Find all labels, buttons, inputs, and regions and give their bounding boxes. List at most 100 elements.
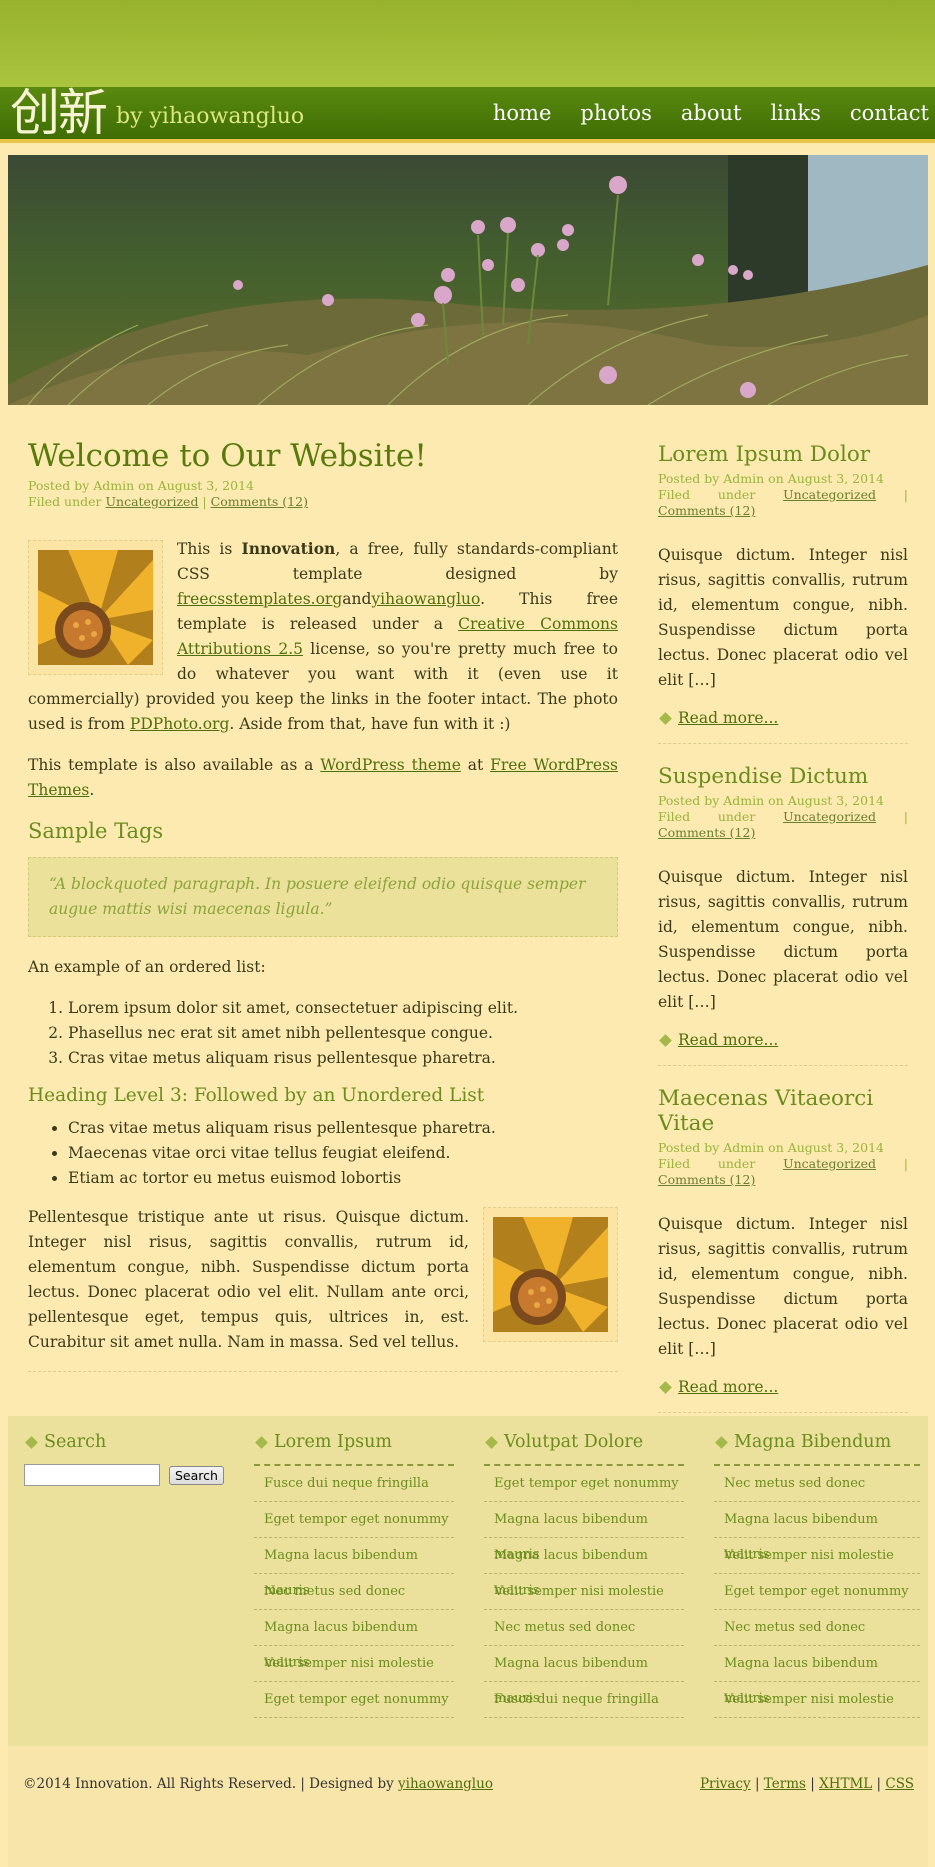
footer-link[interactable]: Magna lacus bibendum mauris bbox=[714, 1502, 920, 1562]
nav-links[interactable]: links bbox=[770, 101, 820, 125]
category-link[interactable]: Uncategorized bbox=[783, 487, 876, 502]
diamond-bullet-icon bbox=[659, 711, 672, 725]
post-meta-posted: Posted by Admin on August 3, 2014 bbox=[28, 478, 254, 493]
footer-link[interactable]: Eget tempor eget nonummy bbox=[714, 1574, 920, 1610]
footer-column-volutpat-dolore: Volutpat Dolore Eget tempor eget nonummy… bbox=[484, 1430, 684, 1718]
diamond-bullet-icon bbox=[485, 1435, 498, 1449]
diamond-bullet-icon bbox=[715, 1435, 728, 1449]
footer-link[interactable]: Velit semper nisi molestie bbox=[714, 1682, 920, 1718]
terms-link[interactable]: Terms bbox=[764, 1776, 806, 1792]
main-nav: home photos about links contact bbox=[464, 87, 929, 139]
css-link[interactable]: CSS bbox=[885, 1776, 914, 1792]
heading-level-3: Heading Level 3: Followed by an Unordere… bbox=[28, 1085, 485, 1106]
sidebar-post-body: Quisque dictum. Integer nisl risus, sagi… bbox=[658, 1215, 908, 1358]
footer-link[interactable]: Velit semper nisi molestie bbox=[484, 1574, 684, 1610]
sidebar-post-body: Quisque dictum. Integer nisl risus, sagi… bbox=[658, 546, 908, 689]
comments-link[interactable]: Comments (12) bbox=[658, 503, 755, 518]
comments-link[interactable]: Comments (12) bbox=[658, 825, 755, 840]
comments-link[interactable]: Comments (12) bbox=[211, 494, 308, 509]
diamond-bullet-icon bbox=[25, 1435, 38, 1449]
search-title: Search bbox=[44, 1432, 107, 1452]
sidebar-post-meta: Posted by Admin on August 3, 2014 Filed … bbox=[658, 471, 909, 518]
read-more-link[interactable]: Read more... bbox=[678, 709, 778, 727]
footer-column-title: Volutpat Dolore bbox=[504, 1432, 644, 1452]
post-thumbnail-right bbox=[483, 1207, 618, 1342]
unordered-list-item: Etiam ac tortor eu metus euismod loborti… bbox=[68, 1166, 618, 1191]
sidebar-post-title[interactable]: Suspendise Dictum bbox=[658, 764, 908, 789]
footer-column-title: Magna Bibendum bbox=[734, 1432, 892, 1452]
copyright: ©2014 Innovation. All Rights Reserved. |… bbox=[23, 1776, 493, 1792]
sidebar-post-meta: Posted by Admin on August 3, 2014 Filed … bbox=[658, 1140, 909, 1187]
footer-link[interactable]: Magna lacus bibendum mauris bbox=[714, 1646, 920, 1706]
footer-link[interactable]: Velit semper nisi molestie bbox=[714, 1538, 920, 1574]
ordered-list-intro: An example of an ordered list: bbox=[28, 958, 266, 976]
privacy-link[interactable]: Privacy bbox=[700, 1776, 751, 1792]
search-widget: Search Search bbox=[24, 1430, 224, 1486]
footer-link[interactable]: Velit semper nisi molestie bbox=[254, 1646, 454, 1682]
ordered-list-item: Cras vitae metus aliquam risus pellentes… bbox=[68, 1046, 618, 1071]
search-button[interactable]: Search bbox=[169, 1465, 224, 1485]
top-band bbox=[0, 0, 935, 88]
pdphoto-link[interactable]: PDPhoto.org bbox=[130, 715, 229, 733]
site-logo[interactable]: 创新 by yihaowangluo bbox=[10, 87, 304, 139]
footer-link[interactable]: Magna lacus bibendum mauris bbox=[484, 1538, 684, 1598]
post-meta: Posted by Admin on August 3, 2014 Filed … bbox=[28, 478, 618, 510]
post-divider bbox=[28, 1371, 618, 1372]
footer-link[interactable]: Nec metus sed donec bbox=[254, 1574, 454, 1610]
unordered-list: Cras vitae metus aliquam risus pellentes… bbox=[28, 1116, 618, 1191]
sidebar: Lorem Ipsum Dolor Posted by Admin on Aug… bbox=[658, 430, 908, 1433]
freecsstemplates-link[interactable]: freecsstemplates.org bbox=[177, 590, 342, 608]
category-link[interactable]: Uncategorized bbox=[106, 494, 199, 509]
xhtml-link[interactable]: XHTML bbox=[819, 1776, 872, 1792]
post-thumbnail bbox=[28, 540, 163, 675]
nav-about[interactable]: about bbox=[681, 101, 742, 125]
footer-link[interactable]: Nec metus sed donec bbox=[714, 1466, 920, 1502]
ordered-list-item: Lorem ipsum dolor sit amet, consectetuer… bbox=[68, 996, 618, 1021]
read-more-row: Read more... bbox=[658, 1031, 908, 1049]
search-row: Search bbox=[24, 1464, 224, 1486]
footer-link[interactable]: Nec metus sed donec bbox=[484, 1610, 684, 1646]
footer-column-magna-bibendum: Magna Bibendum Nec metus sed donec Magna… bbox=[714, 1430, 920, 1718]
read-more-link[interactable]: Read more... bbox=[678, 1031, 778, 1049]
footer-link[interactable]: Magna lacus bibendum mauris bbox=[484, 1646, 684, 1706]
footer-link[interactable]: Magna lacus bibendum mauris bbox=[254, 1538, 454, 1598]
sidebar-post-title[interactable]: Maecenas Vitaeorci Vitae bbox=[658, 1086, 908, 1136]
flower-image bbox=[493, 1217, 608, 1332]
yihaowangluo-link[interactable]: yihaowangluo bbox=[371, 590, 480, 608]
header-nav-bar: 创新 by yihaowangluo home photos about lin… bbox=[0, 87, 935, 143]
read-more-row: Read more... bbox=[658, 709, 908, 727]
footer-link-list: Eget tempor eget nonummy Magna lacus bib… bbox=[484, 1464, 684, 1718]
footer-link[interactable]: Magna lacus bibendum mauris bbox=[254, 1610, 454, 1670]
wordpress-paragraph: This template is also available as a Wor… bbox=[28, 756, 618, 799]
category-link[interactable]: Uncategorized bbox=[783, 809, 876, 824]
page-title: Welcome to Our Website! bbox=[28, 438, 427, 474]
footer-link[interactable]: Eget tempor eget nonummy bbox=[254, 1682, 454, 1718]
search-input[interactable] bbox=[24, 1464, 160, 1486]
footer-link-list: Nec metus sed donec Magna lacus bibendum… bbox=[714, 1464, 920, 1718]
post-meta-filed: Filed under Uncategorized | Comments (12… bbox=[28, 494, 618, 510]
footer-link[interactable]: Fusce dui neque fringilla bbox=[484, 1682, 684, 1718]
footer-link[interactable]: Magna lacus bibendum mauris bbox=[484, 1502, 684, 1562]
unordered-list-item: Cras vitae metus aliquam risus pellentes… bbox=[68, 1116, 618, 1141]
comments-link[interactable]: Comments (12) bbox=[658, 1172, 755, 1187]
category-link[interactable]: Uncategorized bbox=[783, 1156, 876, 1171]
sidebar-post-title[interactable]: Lorem Ipsum Dolor bbox=[658, 442, 908, 467]
footer-link[interactable]: Eget tempor eget nonummy bbox=[254, 1502, 454, 1538]
nav-contact[interactable]: contact bbox=[850, 101, 929, 125]
designer-link[interactable]: yihaowangluo bbox=[398, 1776, 493, 1792]
sidebar-post: Lorem Ipsum Dolor Posted by Admin on Aug… bbox=[658, 442, 908, 744]
meta-separator: | bbox=[198, 494, 211, 509]
footer-link[interactable]: Fusce dui neque fringilla bbox=[254, 1466, 454, 1502]
footer-link[interactable]: Eget tempor eget nonummy bbox=[484, 1466, 684, 1502]
nav-photos[interactable]: photos bbox=[580, 101, 651, 125]
read-more-link[interactable]: Read more... bbox=[678, 1378, 778, 1396]
main-content: Welcome to Our Website! Posted by Admin … bbox=[28, 430, 618, 1372]
blockquote: “A blockquoted paragraph. In posuere ele… bbox=[28, 857, 618, 937]
footer-column-title: Lorem Ipsum bbox=[274, 1432, 392, 1452]
wordpress-theme-link[interactable]: WordPress theme bbox=[320, 756, 461, 774]
innovation-strong: Innovation bbox=[241, 539, 336, 558]
footer-widgets: Search Search Lorem Ipsum Fusce dui nequ… bbox=[8, 1416, 928, 1746]
logo-chinese-text: 创新 bbox=[10, 84, 108, 142]
footer-link[interactable]: Nec metus sed donec bbox=[714, 1610, 920, 1646]
nav-home[interactable]: home bbox=[493, 101, 552, 125]
